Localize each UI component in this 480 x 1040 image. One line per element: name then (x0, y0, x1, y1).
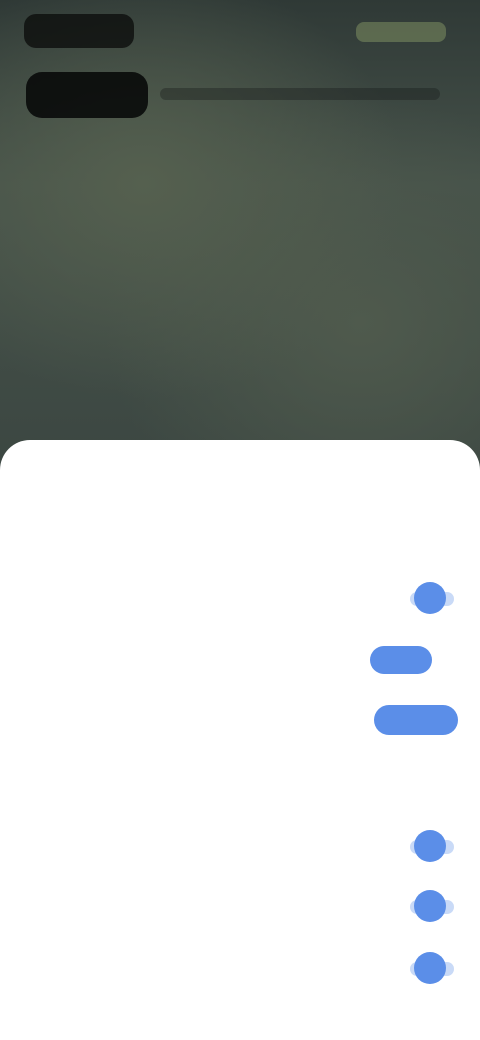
settings-toggle[interactable] (404, 890, 458, 922)
background-preview (0, 0, 480, 460)
segmented-control (344, 640, 458, 680)
settings-sheet (0, 440, 480, 1040)
settings-row-5[interactable] (22, 762, 458, 802)
top-bar-pill[interactable] (24, 14, 134, 48)
segment-option[interactable] (438, 654, 458, 666)
settings-row-2 (22, 578, 458, 618)
toggle-knob (414, 830, 446, 862)
settings-row-3 (22, 640, 458, 680)
segment-option[interactable] (348, 714, 368, 726)
settings-row-4 (22, 700, 458, 740)
segment-option[interactable] (344, 654, 364, 666)
settings-toggle[interactable] (404, 582, 458, 614)
settings-row-6 (22, 826, 458, 866)
settings-toggle[interactable] (404, 952, 458, 984)
top-bar-right-action[interactable] (356, 22, 446, 42)
settings-row-7 (22, 886, 458, 926)
segment-option-selected[interactable] (374, 705, 458, 735)
header-subtitle-placeholder (160, 88, 440, 100)
toggle-knob (414, 582, 446, 614)
segment-option-selected[interactable] (370, 646, 432, 674)
settings-row-1[interactable] (22, 516, 458, 556)
settings-row-8 (22, 948, 458, 988)
toggle-knob (414, 952, 446, 984)
settings-toggle[interactable] (404, 830, 458, 862)
header-title[interactable] (26, 72, 148, 118)
toggle-knob (414, 890, 446, 922)
segmented-control (348, 700, 458, 740)
top-bar (24, 14, 456, 54)
